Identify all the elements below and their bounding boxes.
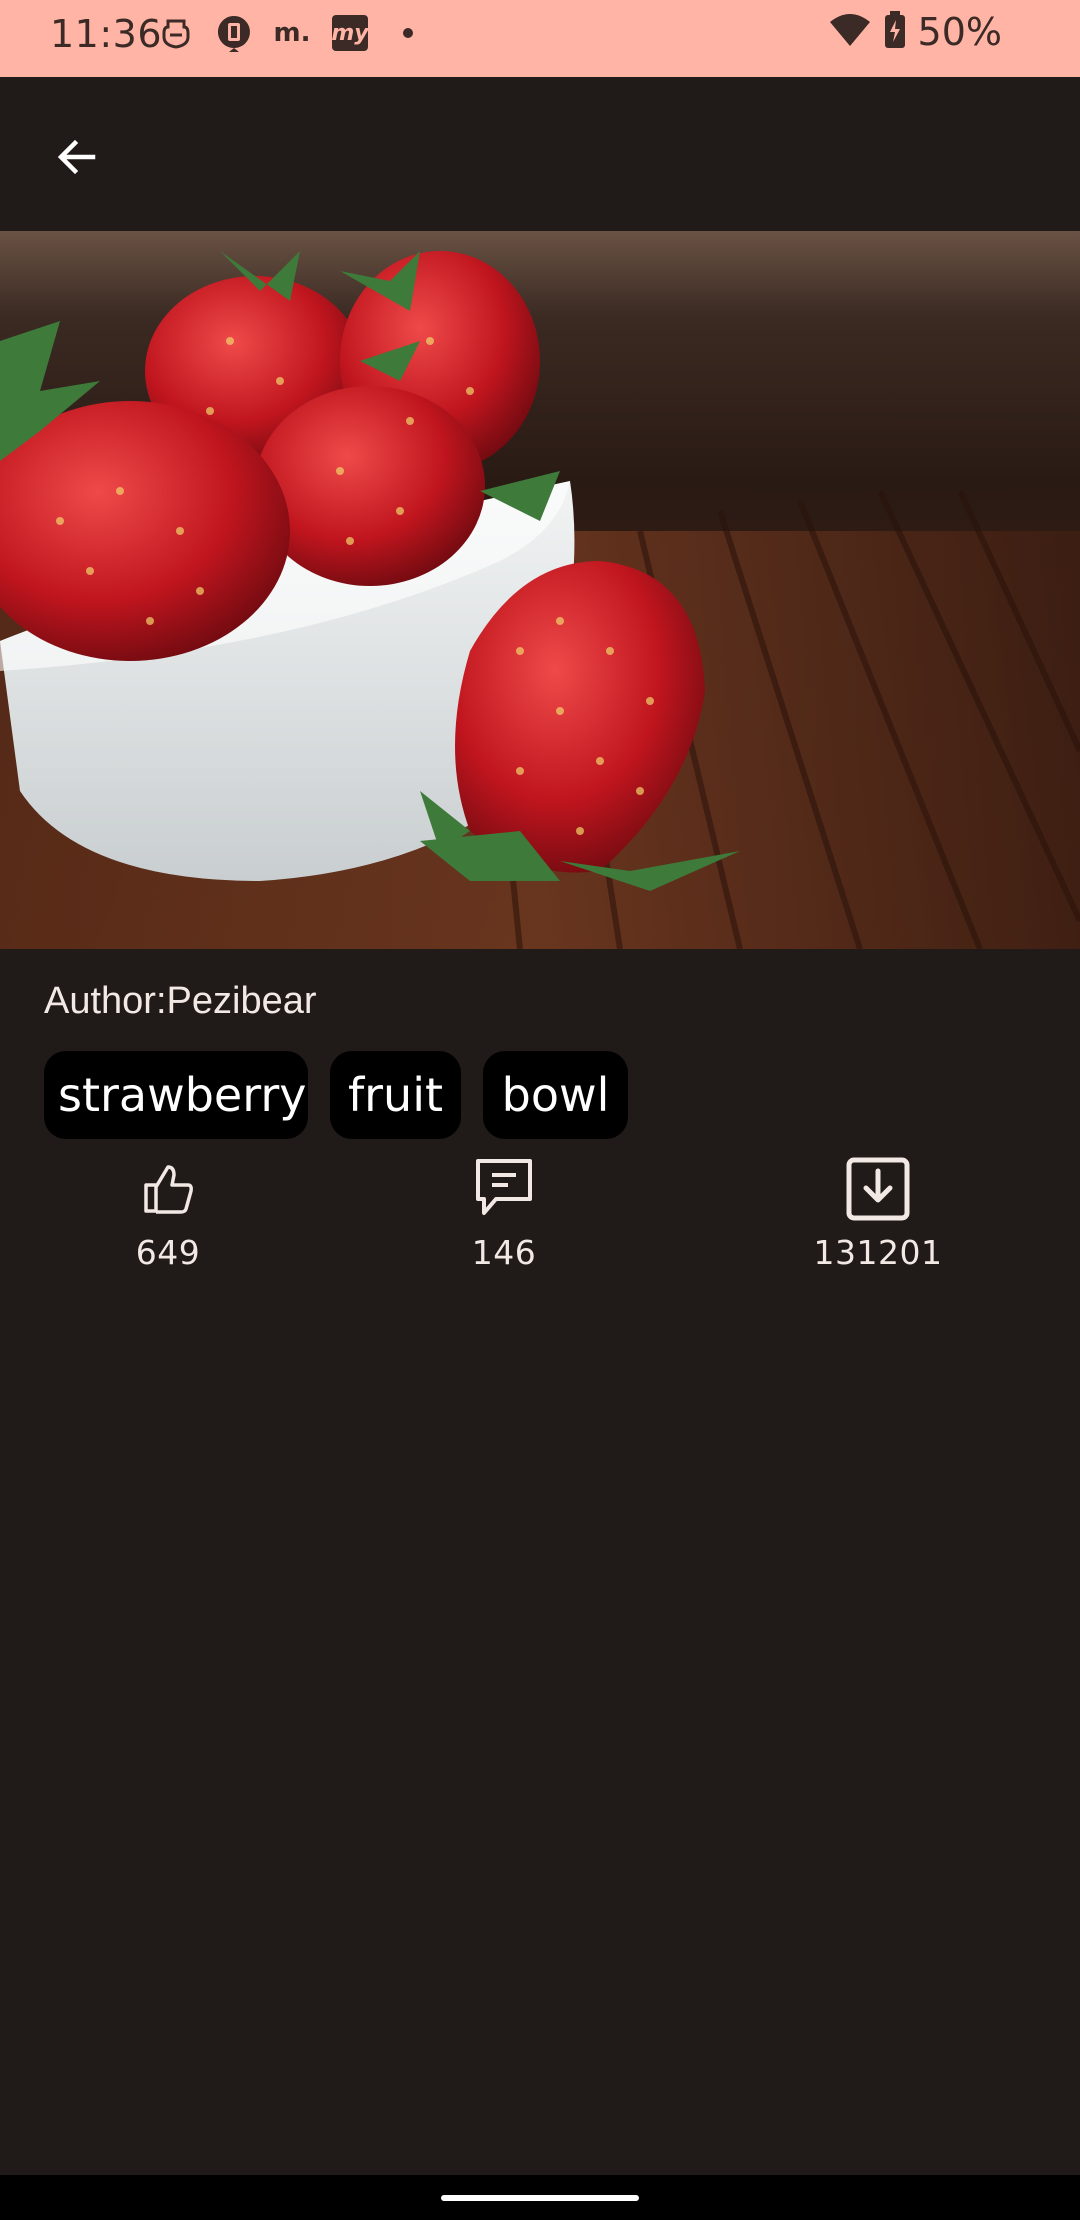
home-indicator[interactable] xyxy=(441,2195,639,2201)
tag-chip-fruit[interactable]: fruit xyxy=(330,1051,461,1139)
author-name: Pezibear xyxy=(166,980,317,1022)
m-icon: m. xyxy=(273,18,311,48)
app-bar xyxy=(0,77,1080,231)
download-button[interactable]: 131201 xyxy=(778,1157,978,1272)
tag-list: strawberry fruit bowl xyxy=(44,1051,628,1139)
strawberries-in-bowl-photo[interactable] xyxy=(0,231,1080,949)
status-bar: 11:36 m. my 50% xyxy=(0,0,1080,77)
comment-icon xyxy=(472,1157,536,1221)
comments-count: 146 xyxy=(471,1233,537,1272)
mask-icon xyxy=(158,15,194,51)
arrow-back-icon xyxy=(57,139,96,175)
tag-chip-strawberry[interactable]: strawberry xyxy=(44,1051,308,1139)
author-label: Author: xyxy=(44,980,167,1022)
status-right: 50% xyxy=(828,10,1002,54)
downloads-count: 131201 xyxy=(813,1233,943,1272)
battery-percentage: 50% xyxy=(917,10,1002,54)
back-button[interactable] xyxy=(40,120,114,194)
dot-icon xyxy=(390,15,426,51)
my-app-icon: my xyxy=(331,15,369,51)
download-icon xyxy=(846,1157,910,1221)
battery-charging-icon xyxy=(884,11,906,53)
tag-chip-bowl[interactable]: bowl xyxy=(483,1051,628,1139)
thumbs-up-icon xyxy=(136,1157,200,1221)
notification-icons: m. my xyxy=(158,13,426,53)
wifi-icon xyxy=(828,12,872,52)
status-time: 11:36 xyxy=(50,12,163,56)
like-button[interactable]: 649 xyxy=(108,1157,228,1272)
watch-icon xyxy=(216,15,252,52)
comment-button[interactable]: 146 xyxy=(444,1157,564,1272)
likes-count: 649 xyxy=(135,1233,201,1272)
system-nav-bar xyxy=(0,2175,1080,2220)
action-row: 649 146 131201 xyxy=(0,1157,1080,1277)
author-text: Author:Pezibear xyxy=(44,980,317,1023)
